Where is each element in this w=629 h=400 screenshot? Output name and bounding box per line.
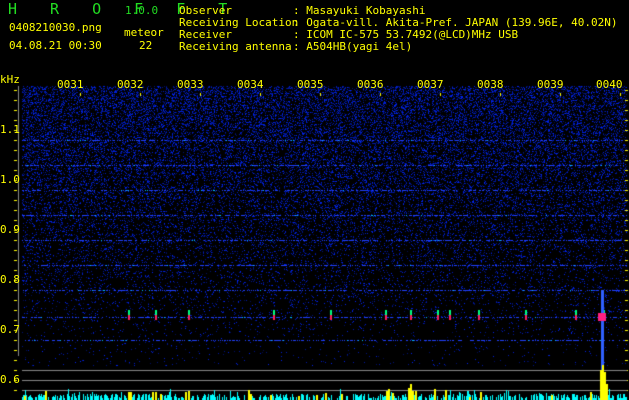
app-version: 1.0.0	[125, 4, 159, 17]
freq-label: 1.1	[0, 123, 20, 136]
time-label: 0036	[357, 78, 384, 91]
antenna-label: Receiving antenna	[179, 40, 292, 53]
freq-label: 0.9	[0, 223, 20, 236]
time-label: 0033	[177, 78, 204, 91]
antenna-value: : A504HB(yagi 4el)	[293, 40, 413, 53]
time-label: 0039	[537, 78, 564, 91]
file-name: 0408210030.png	[9, 21, 102, 34]
time-label: 0035	[297, 78, 324, 91]
spectrogram	[0, 0, 629, 400]
freq-label: 0.6	[0, 373, 20, 386]
time-label: 0032	[117, 78, 144, 91]
freq-label: 1.0	[0, 173, 20, 186]
freq-label: 0.8	[0, 273, 20, 286]
meteor-count: 22	[139, 39, 153, 52]
file-datetime: 04.08.21 00:30	[9, 39, 102, 52]
time-label: 0037	[417, 78, 444, 91]
time-label: 0031	[57, 78, 84, 91]
freq-label: 0.7	[0, 323, 20, 336]
time-label: 0038	[477, 78, 504, 91]
freq-unit: kHz	[0, 73, 20, 86]
meteor-label: meteor	[124, 26, 164, 39]
time-label: 0034	[237, 78, 264, 91]
time-label: 0040	[596, 78, 623, 91]
